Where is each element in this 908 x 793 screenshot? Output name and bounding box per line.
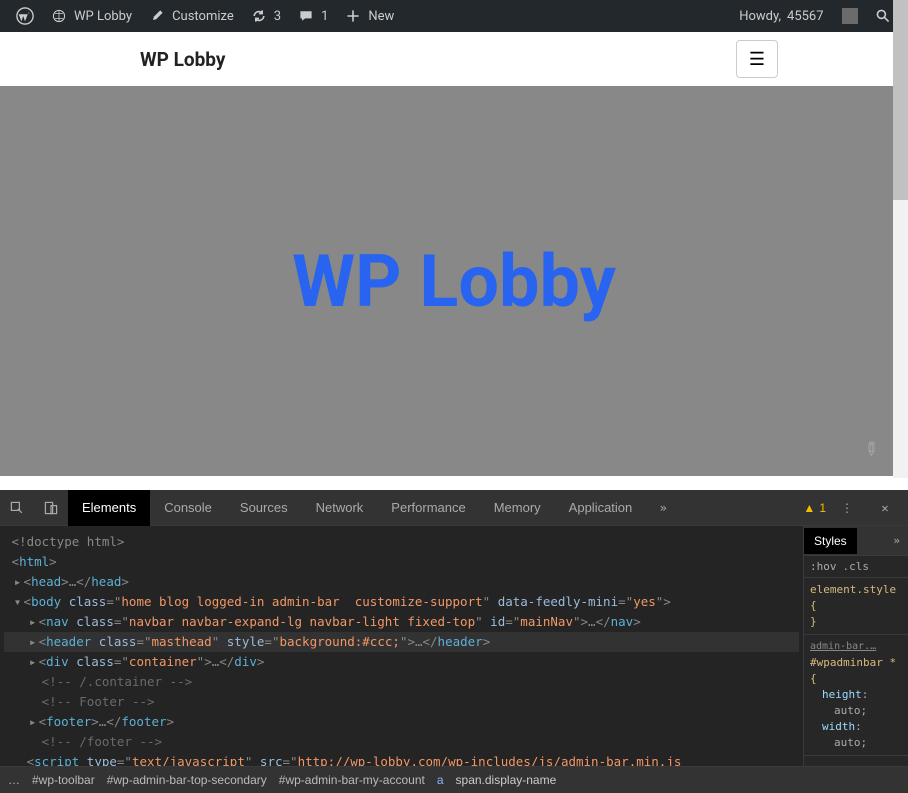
updates-count: 3 (274, 9, 281, 24)
tab-styles[interactable]: Styles (804, 528, 857, 554)
updates-menu[interactable]: 3 (242, 0, 289, 32)
dom-tree[interactable]: <!doctype html> <html> ▸<head>…</head> ▾… (0, 526, 803, 766)
hamburger-icon: ☰ (749, 49, 765, 70)
site-title[interactable]: WP Lobby (140, 48, 225, 71)
comments-count: 1 (321, 9, 328, 24)
tab-memory[interactable]: Memory (480, 490, 555, 526)
devtools-tabbar: Elements Console Sources Network Perform… (0, 490, 908, 526)
comment-icon (297, 7, 315, 25)
hov-toggle[interactable]: :hov (810, 560, 837, 573)
bc-item[interactable]: span.display-name (456, 773, 557, 787)
inspect-element-button[interactable] (0, 490, 34, 526)
style-rule-adminbar[interactable]: admin-bar.… #wpadminbar * { height: auto… (804, 635, 908, 756)
comments-menu[interactable]: 1 (289, 0, 336, 32)
hero-section: WP Lobby ✎ (0, 86, 908, 476)
warning-icon: ▲ (803, 501, 815, 515)
more-tabs-button[interactable]: » (646, 490, 680, 526)
devtools-close-button[interactable]: ✕ (868, 490, 902, 526)
cls-toggle[interactable]: .cls (843, 560, 870, 573)
tab-performance[interactable]: Performance (377, 490, 479, 526)
dom-breadcrumb[interactable]: … #wp-toolbar #wp-admin-bar-top-secondar… (0, 766, 908, 793)
devtools-panel: Elements Console Sources Network Perform… (0, 490, 908, 793)
styles-toolbar: :hov .cls (804, 556, 908, 578)
tab-network[interactable]: Network (302, 490, 378, 526)
bc-item[interactable]: #wp-toolbar (32, 773, 95, 787)
device-toolbar-button[interactable] (34, 490, 68, 526)
my-account-menu[interactable]: Howdy, 45567 (731, 0, 866, 32)
howdy-prefix: Howdy, (739, 9, 781, 24)
new-content-menu[interactable]: New (336, 0, 402, 32)
styles-more-button[interactable]: » (885, 534, 908, 547)
plus-icon (344, 7, 362, 25)
tab-elements[interactable]: Elements (68, 490, 150, 526)
scrollbar-thumb[interactable] (893, 0, 908, 200)
username-label: 45567 (787, 9, 824, 24)
search-icon (874, 7, 892, 25)
wp-admin-bar: WP Lobby Customize 3 1 New Howdy, 45567 (0, 0, 908, 32)
bc-item[interactable]: #wp-admin-bar-top-secondary (107, 773, 267, 787)
brush-icon (148, 7, 166, 25)
refresh-icon (250, 7, 268, 25)
home-icon (50, 7, 68, 25)
customize-menu[interactable]: Customize (140, 0, 242, 32)
styles-pane: Styles » :hov .cls element.style { } adm… (803, 526, 908, 766)
edit-pencil-icon[interactable]: ✎ (858, 437, 884, 463)
site-name-menu[interactable]: WP Lobby (42, 0, 140, 32)
site-header: WP Lobby ☰ (0, 32, 908, 86)
tab-console[interactable]: Console (150, 490, 226, 526)
site-name-label: WP Lobby (74, 9, 132, 24)
warnings-indicator[interactable]: ▲1 (803, 501, 826, 515)
nav-toggle-button[interactable]: ☰ (736, 40, 778, 78)
devtools-menu-button[interactable]: ⋮ (830, 490, 864, 526)
style-rule-element[interactable]: element.style { } (804, 578, 908, 635)
devtools-body: <!doctype html> <html> ▸<head>…</head> ▾… (0, 526, 908, 766)
bc-more[interactable]: … (8, 773, 20, 787)
wordpress-icon (16, 7, 34, 25)
bc-item[interactable]: #wp-admin-bar-my-account (279, 773, 425, 787)
new-label: New (368, 9, 394, 24)
styles-tabs: Styles » (804, 526, 908, 556)
admin-bar-left: WP Lobby Customize 3 1 New (8, 0, 402, 32)
admin-bar-right: Howdy, 45567 (731, 0, 900, 32)
customize-label: Customize (172, 9, 234, 24)
page-scrollbar[interactable] (893, 0, 908, 478)
tab-application[interactable]: Application (555, 490, 647, 526)
tab-sources[interactable]: Sources (226, 490, 302, 526)
avatar-icon (842, 8, 858, 24)
wp-logo-menu[interactable] (8, 0, 42, 32)
warning-count: 1 (819, 501, 826, 515)
hero-title: WP Lobby (292, 239, 616, 324)
bc-item[interactable]: a (437, 773, 444, 787)
